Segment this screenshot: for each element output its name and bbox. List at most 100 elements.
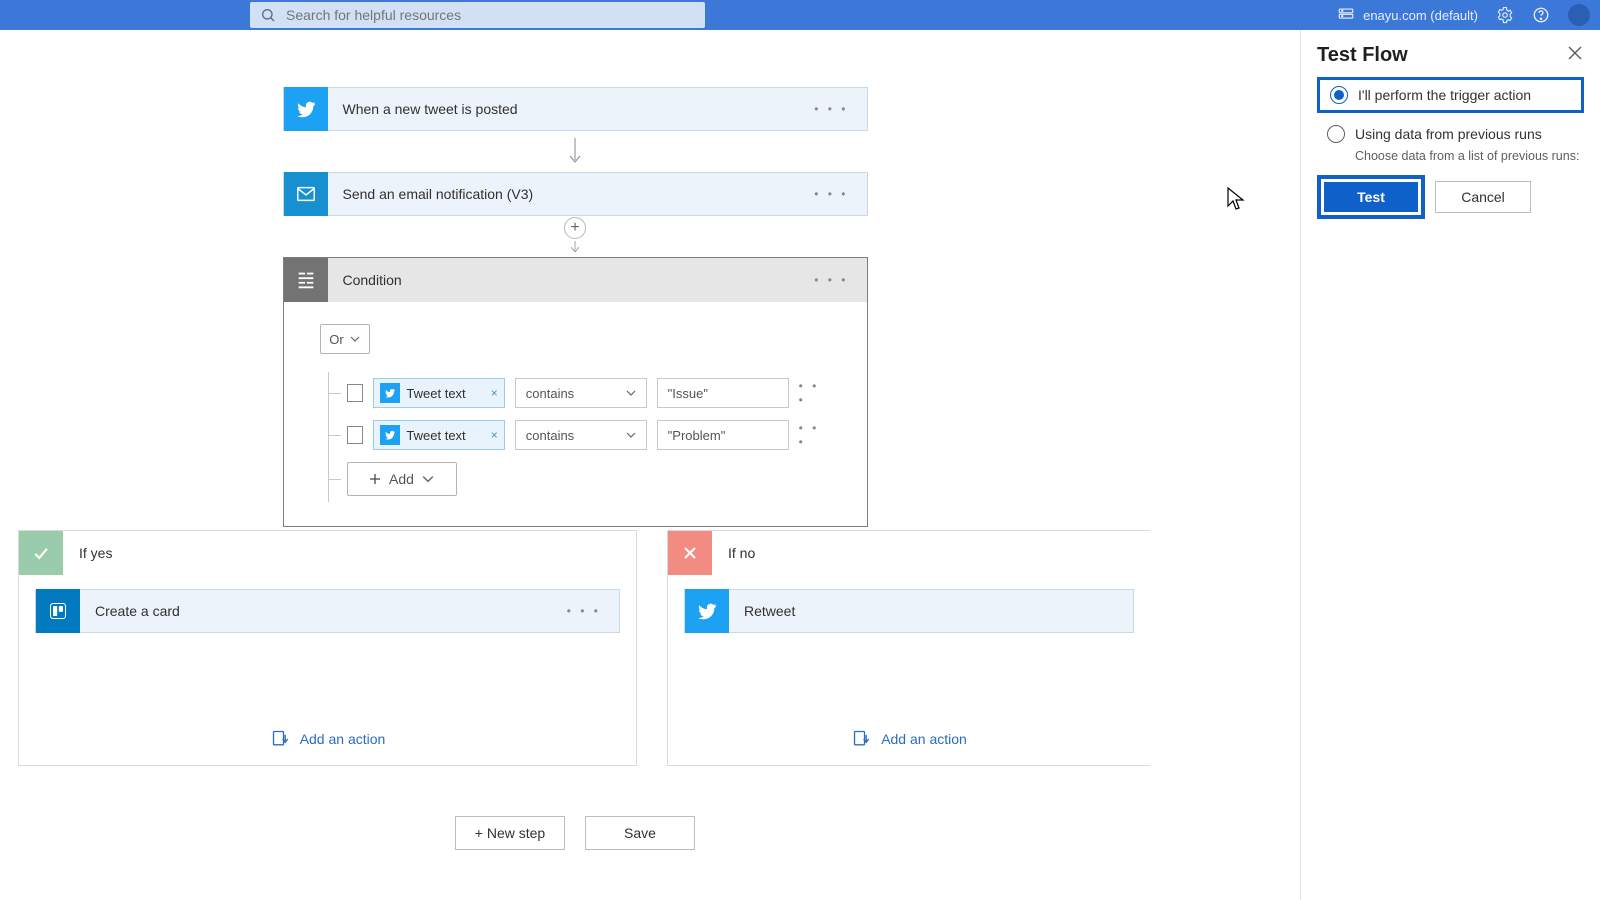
logic-label: Or <box>329 332 343 347</box>
rule-checkbox[interactable] <box>347 384 364 402</box>
step-email[interactable]: Send an email notification (V3) • • • <box>283 172 868 216</box>
environment-picker[interactable]: enayu.com (default) <box>1337 6 1478 24</box>
rule-checkbox[interactable] <box>347 426 364 444</box>
step-menu-icon[interactable]: • • • <box>814 102 848 116</box>
trello-icon <box>36 589 80 633</box>
test-flow-panel: Test Flow I'll perform the trigger actio… <box>1300 30 1600 900</box>
search-box[interactable] <box>250 2 705 28</box>
search-icon <box>260 7 276 23</box>
radio-manual[interactable]: I'll perform the trigger action <box>1317 77 1584 113</box>
test-button-frame: Test <box>1317 175 1425 219</box>
rule-value[interactable]: "Issue" <box>657 378 789 408</box>
condition-icon <box>284 258 328 302</box>
new-step-button[interactable]: + New step <box>455 816 565 850</box>
environment-icon <box>1337 6 1355 24</box>
step-retweet[interactable]: Retweet <box>684 589 1134 633</box>
rule-token[interactable]: Tweet text × <box>373 420 504 450</box>
connector-with-plus: + <box>564 216 586 257</box>
condition-card[interactable]: Condition • • • Or Tweet text × <box>283 257 868 527</box>
step-menu-icon[interactable]: • • • <box>567 604 601 618</box>
mouse-cursor <box>1226 186 1246 212</box>
logic-selector[interactable]: Or <box>320 324 370 354</box>
branch-yes-label: If yes <box>63 545 112 561</box>
step-trigger-label: When a new tweet is posted <box>328 101 518 117</box>
rule-menu-icon[interactable]: • • • <box>799 379 831 407</box>
add-rule-label: Add <box>389 471 414 487</box>
rule-operator-label: contains <box>526 386 574 401</box>
branch-no-header[interactable]: If no <box>668 531 1150 575</box>
rule-token-label: Tweet text <box>406 386 465 401</box>
condition-branches: If yes Create a card • • • Add an action <box>18 530 1150 766</box>
topbar-right: enayu.com (default) <box>1337 0 1590 30</box>
radio-icon <box>1327 125 1345 143</box>
mail-icon <box>284 172 328 216</box>
rule-value-text: "Problem" <box>668 428 726 443</box>
radio-previous[interactable]: Using data from previous runs <box>1317 121 1584 147</box>
chevron-down-icon <box>626 388 636 398</box>
panel-title: Test Flow <box>1317 44 1584 67</box>
rule-token[interactable]: Tweet text × <box>373 378 504 408</box>
search-input[interactable] <box>286 7 695 23</box>
rule-token-label: Tweet text <box>406 428 465 443</box>
radio-previous-label: Using data from previous runs <box>1355 126 1542 142</box>
add-action-icon <box>270 729 290 749</box>
condition-title: Condition <box>328 272 402 288</box>
add-rule-row: Add <box>329 456 831 502</box>
close-icon <box>1568 46 1582 60</box>
branch-no: If no Retweet Add an action <box>667 530 1150 766</box>
top-bar: enayu.com (default) <box>0 0 1600 30</box>
rule-tree: Tweet text × contains "Issue" • • • <box>328 372 831 502</box>
insert-step-button[interactable]: + <box>564 217 586 239</box>
rule-operator[interactable]: contains <box>515 420 647 450</box>
condition-body: Or Tweet text × contains <box>284 302 867 526</box>
environment-label: enayu.com (default) <box>1363 8 1478 23</box>
rule-row: Tweet text × contains "Issue" • • • <box>329 372 831 414</box>
step-email-label: Send an email notification (V3) <box>328 186 534 202</box>
close-panel-button[interactable] <box>1564 42 1586 64</box>
remove-token-icon[interactable]: × <box>491 386 498 400</box>
rule-value[interactable]: "Problem" <box>657 420 789 450</box>
step-trigger[interactable]: When a new tweet is posted • • • <box>283 87 868 131</box>
step-menu-icon[interactable]: • • • <box>814 273 848 287</box>
rule-value-text: "Issue" <box>668 386 708 401</box>
rule-operator-label: contains <box>526 428 574 443</box>
branch-no-label: If no <box>712 545 755 561</box>
twitter-icon <box>380 383 400 403</box>
plus-icon <box>369 473 381 485</box>
add-action-no[interactable]: Add an action <box>851 729 967 749</box>
radio-manual-label: I'll perform the trigger action <box>1358 87 1531 103</box>
avatar[interactable] <box>1568 4 1590 26</box>
add-rule-button[interactable]: Add <box>347 462 457 496</box>
connector-arrow <box>568 131 582 172</box>
save-button[interactable]: Save <box>585 816 695 850</box>
step-create-card[interactable]: Create a card • • • <box>35 589 620 633</box>
chevron-down-icon <box>350 334 360 344</box>
add-action-label: Add an action <box>300 731 386 747</box>
branch-yes: If yes Create a card • • • Add an action <box>18 530 637 766</box>
help-icon[interactable] <box>1532 6 1550 24</box>
remove-token-icon[interactable]: × <box>491 428 498 442</box>
condition-header[interactable]: Condition • • • <box>284 258 867 302</box>
rule-operator[interactable]: contains <box>515 378 647 408</box>
add-action-yes[interactable]: Add an action <box>270 729 386 749</box>
check-icon <box>19 531 63 575</box>
add-action-label: Add an action <box>881 731 967 747</box>
chevron-down-icon <box>626 430 636 440</box>
cancel-button[interactable]: Cancel <box>1435 181 1531 213</box>
branch-yes-header[interactable]: If yes <box>19 531 636 575</box>
test-button[interactable]: Test <box>1324 182 1418 212</box>
settings-icon[interactable] <box>1496 6 1514 24</box>
radio-icon <box>1330 86 1348 104</box>
flow-canvas: When a new tweet is posted • • • Send an… <box>0 30 1150 900</box>
step-menu-icon[interactable]: • • • <box>814 187 848 201</box>
add-action-icon <box>851 729 871 749</box>
step-create-card-label: Create a card <box>80 603 180 619</box>
bottom-actions: + New step Save <box>0 816 1150 850</box>
twitter-icon <box>380 425 400 445</box>
chevron-down-icon <box>422 473 434 485</box>
twitter-icon <box>685 589 729 633</box>
twitter-icon <box>284 87 328 131</box>
rule-menu-icon[interactable]: • • • <box>799 421 831 449</box>
radio-previous-hint: Choose data from a list of previous runs… <box>1317 149 1584 163</box>
close-icon <box>668 531 712 575</box>
